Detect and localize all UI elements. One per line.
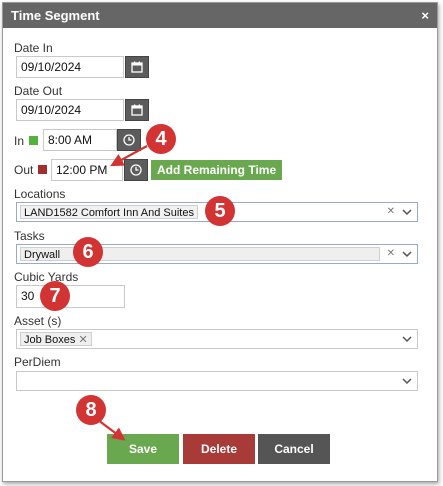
dialog-title: Time Segment xyxy=(11,8,100,23)
add-remaining-time-button[interactable]: Add Remaining Time xyxy=(151,160,283,180)
remove-tag-icon[interactable]: ✕ xyxy=(78,334,87,346)
calendar-icon xyxy=(131,61,143,73)
tasks-label: Tasks xyxy=(14,229,45,243)
cubic-yards-label: Cubic Yards xyxy=(14,270,79,284)
time-out-input[interactable]: 12:00 PM xyxy=(51,159,123,181)
locations-selected-value: LAND1582 Comfort Inn And Suites xyxy=(20,205,198,219)
locations-label: Locations xyxy=(14,187,66,201)
assets-label: Asset (s) xyxy=(14,314,62,328)
save-button[interactable]: Save xyxy=(107,434,179,464)
clear-icon[interactable]: ✕ xyxy=(387,206,395,217)
delete-button[interactable]: Delete xyxy=(183,434,255,464)
chevron-down-icon xyxy=(402,336,412,343)
dialog-titlebar: Time Segment × xyxy=(3,3,437,28)
time-in-indicator xyxy=(29,136,38,145)
asset-tag: Job Boxes ✕ xyxy=(20,332,92,346)
date-out-calendar-button[interactable] xyxy=(125,99,149,121)
date-out-input[interactable]: 09/10/2024 xyxy=(16,99,124,121)
chevron-down-icon xyxy=(402,209,412,216)
date-in-label: Date In xyxy=(14,41,53,55)
cubic-yards-input[interactable]: 30 xyxy=(16,285,125,308)
asset-tag-label: Job Boxes xyxy=(24,334,76,346)
date-in-input[interactable]: 09/10/2024 xyxy=(16,56,124,78)
time-out-clock-button[interactable] xyxy=(124,159,148,181)
time-in-clock-button[interactable] xyxy=(117,129,141,151)
time-out-indicator xyxy=(38,165,47,174)
callout-5: 5 xyxy=(205,196,235,226)
callout-8: 8 xyxy=(76,395,106,425)
clock-icon xyxy=(123,134,135,146)
callout-6: 6 xyxy=(73,237,103,267)
close-icon[interactable]: × xyxy=(421,8,429,23)
callout-4: 4 xyxy=(146,124,176,154)
clock-icon xyxy=(130,164,142,176)
date-out-label: Date Out xyxy=(14,84,63,98)
calendar-icon xyxy=(131,104,143,116)
time-in-label: In xyxy=(14,134,25,148)
chevron-down-icon xyxy=(402,251,412,258)
chevron-down-icon xyxy=(402,378,412,385)
perdiem-label: PerDiem xyxy=(14,355,61,369)
time-out-label: Out xyxy=(14,163,34,177)
assets-select[interactable]: Job Boxes ✕ xyxy=(16,329,418,349)
callout-7: 7 xyxy=(40,281,70,311)
cancel-button[interactable]: Cancel xyxy=(258,434,330,464)
perdiem-select[interactable] xyxy=(16,371,418,391)
clear-icon[interactable]: ✕ xyxy=(387,248,395,259)
time-in-input[interactable]: 8:00 AM xyxy=(43,129,117,151)
date-in-calendar-button[interactable] xyxy=(125,56,149,78)
